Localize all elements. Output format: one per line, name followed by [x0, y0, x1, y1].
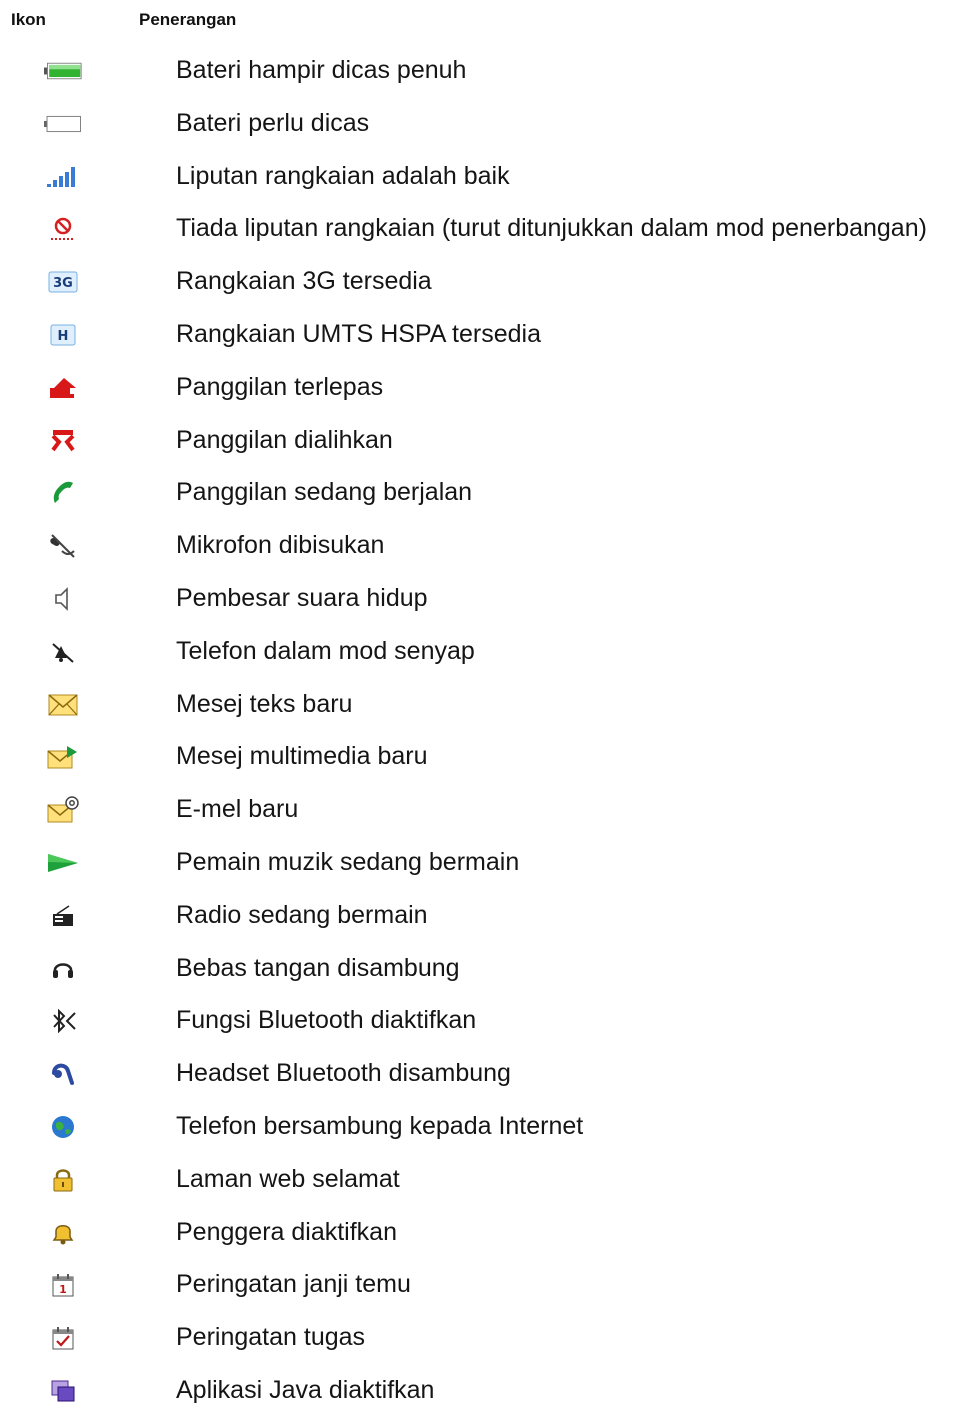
- table-row: Headset Bluetooth disambung: [0, 1053, 954, 1105]
- row-description: Radio sedang bermain: [176, 900, 428, 929]
- row-description: Laman web selamat: [176, 1164, 400, 1193]
- text-message-icon: [44, 690, 82, 720]
- table-row: Panggilan sedang berjalan: [0, 472, 954, 524]
- table-row: Bebas tangan disambung: [0, 948, 954, 1000]
- row-description: Bateri hampir dicas penuh: [176, 56, 467, 84]
- svg-text:H: H: [58, 329, 69, 344]
- row-description: Rangkaian 3G tersedia: [176, 267, 432, 296]
- row-description: Pemain muzik sedang bermain: [176, 848, 520, 876]
- battery-empty-icon: [44, 109, 82, 139]
- row-description: Mikrofon dibisukan: [176, 531, 385, 560]
- row-description: Rangkaian UMTS HSPA tersedia: [176, 320, 541, 348]
- icon-column-header: Ikon: [11, 10, 46, 29]
- table-row: Telefon bersambung kepada Internet: [0, 1106, 954, 1158]
- row-description: Fungsi Bluetooth diaktifkan: [176, 1006, 477, 1035]
- radio-icon: [44, 901, 82, 931]
- mic-muted-icon: [44, 531, 82, 561]
- table-row: Mesej multimedia baru: [0, 736, 954, 788]
- row-description: Tiada liputan rangkaian (turut ditunjukk…: [176, 214, 927, 243]
- table-row: Bateri hampir dicas penuh: [0, 50, 954, 102]
- multimedia-message-icon: [44, 742, 82, 772]
- row-description: Peringatan janji temu: [176, 1270, 411, 1299]
- svg-text:3G: 3G: [53, 276, 73, 291]
- row-description: Bateri perlu dicas: [176, 108, 370, 137]
- handsfree-icon: [44, 954, 82, 984]
- table-row: Radio sedang bermain: [0, 895, 954, 947]
- table-row: Tiada liputan rangkaian (turut ditunjukk…: [0, 208, 954, 260]
- table-row: Liputan rangkaian adalah baik: [0, 156, 954, 208]
- table-row: Fungsi Bluetooth diaktifkan: [0, 1000, 954, 1052]
- internet-globe-icon: [44, 1112, 82, 1142]
- ongoing-call-icon: [44, 478, 82, 508]
- row-description: Panggilan terlepas: [176, 372, 384, 401]
- table-row: Pemain muzik sedang bermain: [0, 842, 954, 894]
- description-column-header: Penerangan: [139, 10, 237, 29]
- row-description: Panggilan sedang berjalan: [176, 478, 473, 507]
- network-3g-icon: 3G: [44, 267, 82, 297]
- table-row: Panggilan terlepas: [0, 367, 954, 419]
- row-description: Mesej teks baru: [176, 689, 353, 718]
- table-row: E-mel baru: [0, 789, 954, 841]
- email-icon: [44, 795, 82, 825]
- table-row: Mikrofon dibisukan: [0, 525, 954, 577]
- java-app-icon: [44, 1376, 82, 1406]
- row-description: Mesej multimedia baru: [176, 742, 428, 771]
- row-description: Penggera diaktifkan: [176, 1217, 397, 1246]
- music-play-icon: [44, 848, 82, 878]
- signal-strength-icon: [44, 162, 82, 192]
- battery-full-icon: [44, 56, 82, 86]
- table-row: Pembesar suara hidup: [0, 578, 954, 630]
- calendar-reminder-icon: 1: [44, 1270, 82, 1300]
- table-row: Aplikasi Java diaktifkan: [0, 1370, 954, 1422]
- row-description: Telefon bersambung kepada Internet: [176, 1112, 584, 1140]
- task-reminder-icon: [44, 1323, 82, 1353]
- table-row: 1 Peringatan janji temu: [0, 1264, 954, 1316]
- padlock-icon: [44, 1165, 82, 1195]
- table-row: Bateri perlu dicas: [0, 103, 954, 155]
- silent-mode-icon: [44, 637, 82, 667]
- row-description: Panggilan dialihkan: [176, 425, 393, 454]
- table-row: Telefon dalam mod senyap: [0, 631, 954, 683]
- call-divert-icon: [44, 426, 82, 456]
- missed-call-icon: [44, 373, 82, 403]
- bluetooth-icon: [44, 1006, 82, 1036]
- no-signal-icon: [44, 214, 82, 244]
- bluetooth-headset-icon: [44, 1059, 82, 1089]
- table-row: H Rangkaian UMTS HSPA tersedia: [0, 314, 954, 366]
- row-description: Peringatan tugas: [176, 1323, 366, 1352]
- table-row: Penggera diaktifkan: [0, 1212, 954, 1264]
- row-description: E-mel baru: [176, 795, 299, 824]
- speaker-icon: [44, 584, 82, 614]
- table-row: Laman web selamat: [0, 1159, 954, 1211]
- table-row: Mesej teks baru: [0, 684, 954, 736]
- svg-text:1: 1: [59, 1283, 67, 1296]
- network-hspa-icon: H: [44, 320, 82, 350]
- row-description: Bebas tangan disambung: [176, 953, 460, 982]
- row-description: Aplikasi Java diaktifkan: [176, 1376, 435, 1404]
- table-row: Peringatan tugas: [0, 1317, 954, 1369]
- row-description: Liputan rangkaian adalah baik: [176, 161, 510, 190]
- row-description: Telefon dalam mod senyap: [176, 636, 475, 665]
- table-row: Panggilan dialihkan: [0, 420, 954, 472]
- table-row: 3G Rangkaian 3G tersedia: [0, 261, 954, 313]
- alarm-bell-icon: [44, 1218, 82, 1248]
- row-description: Pembesar suara hidup: [176, 584, 428, 612]
- row-description: Headset Bluetooth disambung: [176, 1059, 511, 1088]
